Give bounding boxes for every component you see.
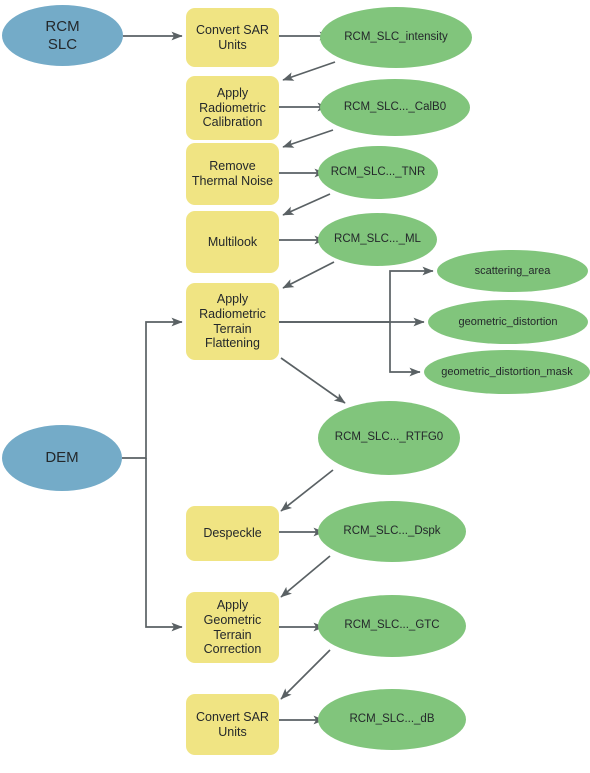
edge-rtfg0-to-despeckle [280,469,334,512]
node-output-rcm-slc-db[interactable]: RCM_SLC..._dB [318,689,466,750]
edge-apply-rtf-to-scattering-area [279,266,434,323]
edge-apply-rtf-to-geometric-distortion-mask [389,322,421,377]
node-multilook[interactable]: Multilook [186,211,279,273]
edge-intensity-to-apply-radcal [282,61,336,81]
node-dem[interactable]: DEM [2,425,122,491]
edge-gtc-to-convert-sar-2 [280,649,331,700]
node-output-rcm-slc-gtc[interactable]: RCM_SLC..._GTC [318,595,466,657]
node-output-rcm-slc-tnr[interactable]: RCM_SLC..._TNR [318,146,438,199]
node-output-geometric-distortion[interactable]: geometric_distortion [428,300,588,344]
node-apply-geometric-terrain-correction[interactable]: Apply Geometric Terrain Correction [186,592,279,663]
node-remove-thermal-noise[interactable]: Remove Thermal Noise [186,143,279,205]
node-output-rcm-slc-calb0[interactable]: RCM_SLC..._CalB0 [320,79,470,136]
node-despeckle[interactable]: Despeckle [186,506,279,561]
node-output-rcm-slc-dspk[interactable]: RCM_SLC..._Dspk [318,501,466,562]
node-output-rcm-slc-rtfg0[interactable]: RCM_SLC..._RTFG0 [318,401,460,475]
node-convert-sar-units-1[interactable]: Convert SAR Units [186,8,279,67]
workflow-diagram: RCM SLC DEM Convert SAR Units Apply Radi… [0,0,590,773]
node-rcm-slc[interactable]: RCM SLC [2,5,123,66]
node-output-rcm-slc-ml[interactable]: RCM_SLC..._ML [318,213,437,266]
node-apply-radiometric-calibration[interactable]: Apply Radiometric Calibration [186,76,279,140]
edge-dspk-to-apply-gtc [280,555,331,598]
edge-ml-to-apply-rtf [282,261,335,289]
edge-tnr-to-multilook [282,193,331,216]
edge-calb0-to-remove-tnr [282,129,334,148]
edge-dem-to-apply-rtf [122,317,183,459]
node-convert-sar-units-2[interactable]: Convert SAR Units [186,694,279,755]
node-output-scattering-area[interactable]: scattering_area [437,250,588,292]
node-apply-radiometric-terrain-flattening[interactable]: Apply Radiometric Terrain Flattening [186,283,279,360]
node-output-geometric-distortion-mask[interactable]: geometric_distortion_mask [424,350,590,394]
node-output-rcm-slc-intensity[interactable]: RCM_SLC_intensity [320,7,472,68]
edge-dem-to-apply-gtc [145,458,183,632]
edge-apply-rtf-to-rtfg0 [280,357,346,404]
